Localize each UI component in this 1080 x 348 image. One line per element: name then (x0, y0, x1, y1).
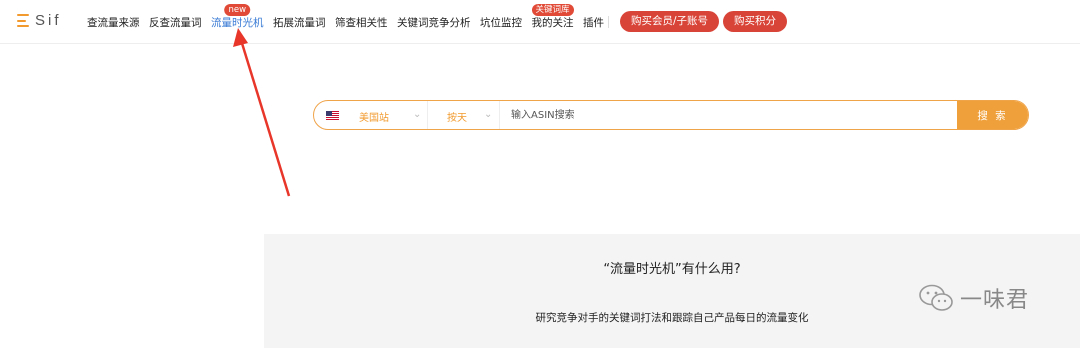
watermark: 一味君 (918, 282, 1029, 314)
top-nav: Sif 查流量来源 反查流量词 new 流量时光机 拓展流量词 筛查相关性 关键词… (0, 0, 1080, 44)
logo-text: Sif (35, 12, 62, 29)
nav-item-my-follows[interactable]: 关键词库 我的关注 (531, 4, 574, 30)
nav-item-traffic-time-machine[interactable]: new 流量时光机 (211, 4, 264, 30)
nav-item-keyword-competition[interactable]: 关键词竞争分析 (397, 15, 471, 30)
menu-icon (17, 14, 29, 27)
nav-item-expand-keywords[interactable]: 拓展流量词 (273, 15, 326, 30)
watermark-text: 一味君 (960, 288, 1030, 313)
search-bar: 美国站 ⌄ 按天 ⌄ 搜 索 (313, 100, 1029, 130)
chevron-down-icon: ⌄ (484, 109, 493, 120)
main-menu: 查流量来源 反查流量词 new 流量时光机 拓展流量词 筛查相关性 关键词竞争分析… (87, 4, 614, 30)
info-question: “流量时光机”有什么用? (603, 262, 741, 277)
logo[interactable]: Sif (17, 12, 62, 29)
keyword-library-badge: 关键词库 (531, 4, 574, 16)
nav-item-position-monitor[interactable]: 坑位监控 (480, 15, 522, 30)
nav-divider (608, 16, 609, 28)
buy-member-button[interactable]: 购买会员/子账号 (620, 11, 720, 32)
period-select[interactable]: 按天 ⌄ (428, 101, 500, 129)
buy-points-button[interactable]: 购买积分 (723, 11, 787, 32)
nav-item-traffic-source[interactable]: 查流量来源 (87, 15, 140, 30)
nav-item-reverse-keywords[interactable]: 反查流量词 (149, 15, 202, 30)
site-select[interactable]: 美国站 ⌄ (314, 101, 428, 129)
period-select-label: 按天 (447, 113, 467, 124)
us-flag-icon (326, 111, 339, 120)
asin-search-input[interactable] (500, 101, 957, 129)
search-button[interactable]: 搜 索 (957, 101, 1028, 129)
nav-item-plugin[interactable]: 插件 (583, 15, 604, 30)
new-badge: new (224, 4, 251, 16)
wechat-icon (919, 284, 953, 311)
site-select-label: 美国站 (359, 113, 389, 124)
nav-item-relevance[interactable]: 筛查相关性 (335, 15, 388, 30)
chevron-down-icon: ⌄ (413, 109, 422, 120)
